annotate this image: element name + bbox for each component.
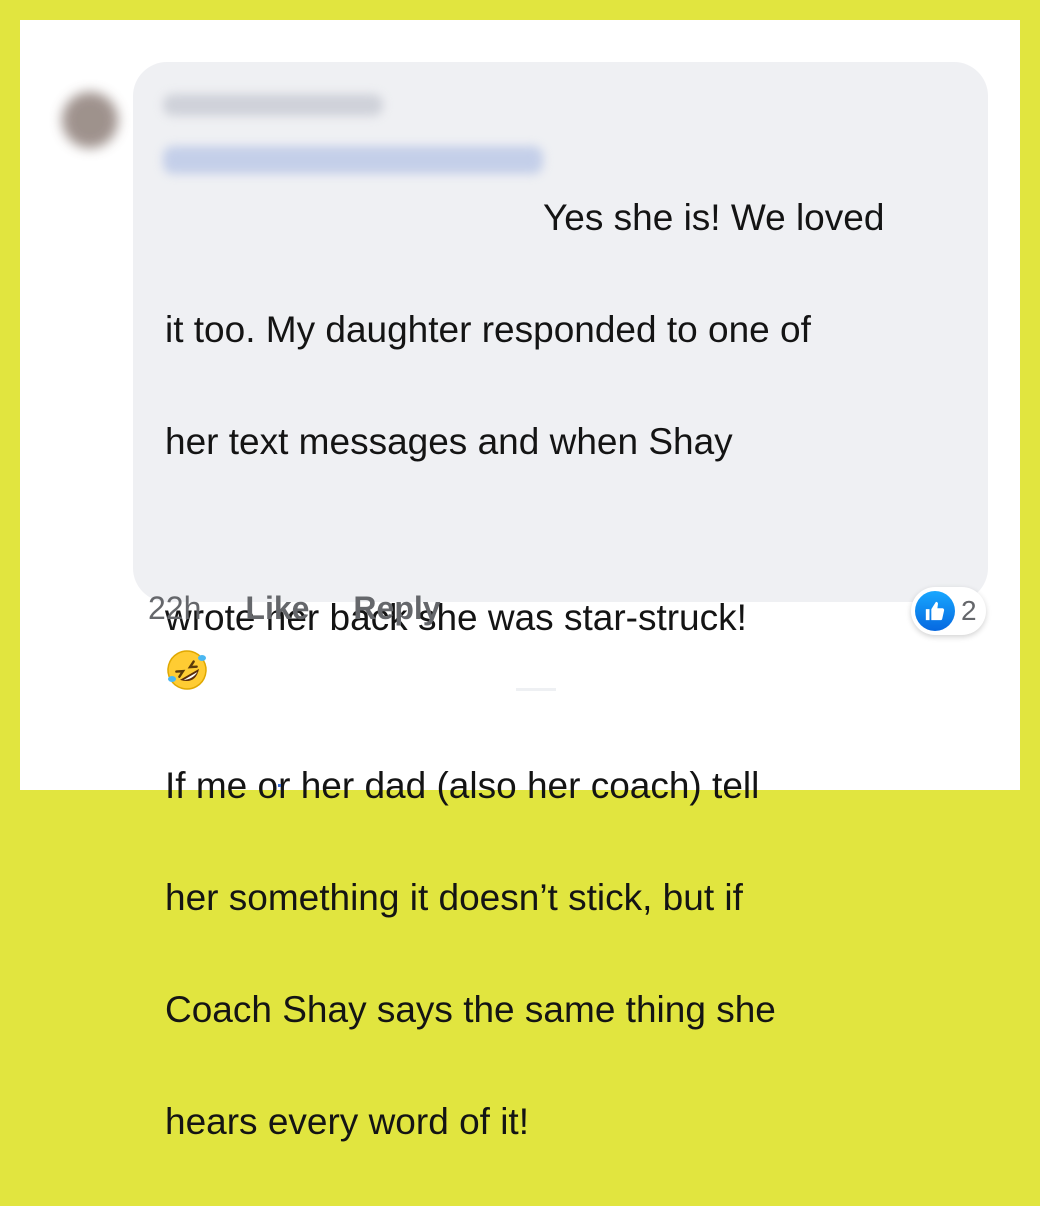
comment-line: her something it doesn’t stick, but if: [165, 877, 743, 918]
like-button[interactable]: Like: [245, 590, 309, 627]
rolling-on-floor-laughing-emoji: [167, 650, 207, 690]
comment-text: Yes she is! We loved it too. My daughter…: [165, 134, 965, 1206]
comment-line: her text messages and when Shay: [165, 421, 733, 462]
comment-line: hears every word of it!: [165, 1101, 529, 1142]
comment-line: Yes she is! We loved: [543, 197, 885, 238]
comment-card: Yes she is! We loved it too. My daughter…: [20, 20, 1020, 1142]
timestamp[interactable]: 22h: [148, 590, 201, 627]
decorative-dot: [278, 784, 281, 787]
comment-actions: 22h Like Reply: [148, 590, 441, 627]
like-icon: [915, 591, 955, 631]
divider: [516, 688, 556, 691]
avatar[interactable]: [62, 92, 118, 148]
comment-line: If me or her dad (also her coach) tell: [165, 765, 760, 806]
reply-button[interactable]: Reply: [353, 590, 440, 627]
comment-line: Coach Shay says the same thing she: [165, 989, 776, 1030]
reaction-summary[interactable]: 2: [911, 587, 986, 635]
comment-line: it too. My daughter responded to one of: [165, 309, 811, 350]
redacted-author-name: [163, 94, 383, 116]
reaction-count: 2: [961, 595, 977, 626]
comment-bubble: Yes she is! We loved it too. My daughter…: [133, 62, 988, 1142]
